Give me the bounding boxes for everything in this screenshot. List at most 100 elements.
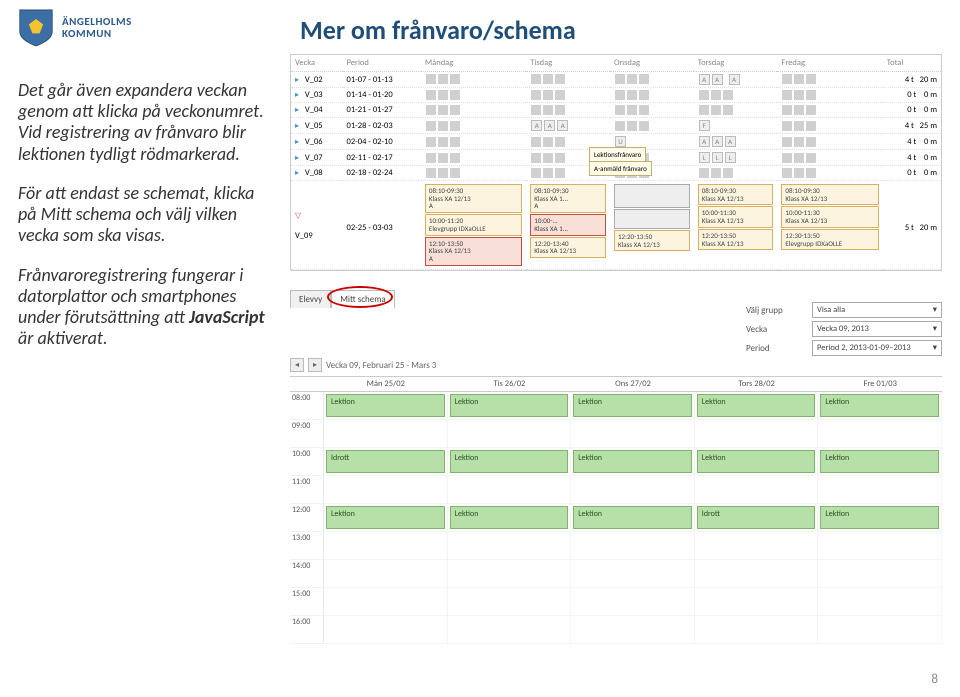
schedule-cell[interactable]: Lektion xyxy=(448,504,572,532)
expand-icon[interactable]: ▸ xyxy=(295,105,303,115)
paragraph-1: Det går även expandera veckan genom att … xyxy=(18,80,276,165)
schedule-cell[interactable] xyxy=(695,616,819,644)
col-head: Onsdag xyxy=(610,55,694,72)
schedule-cell[interactable] xyxy=(571,588,695,616)
lesson-card[interactable]: 10:00-11:20 Elevgrupp IDXaOLLE xyxy=(425,214,522,235)
lesson-card[interactable]: 08:10-09:30 Klass XA 12/13 xyxy=(698,184,774,205)
schedule-cell[interactable]: Lektion xyxy=(571,392,695,420)
schedule-cell[interactable] xyxy=(818,560,942,588)
schedule-cell[interactable] xyxy=(571,476,695,504)
expand-icon[interactable]: ▸ xyxy=(295,121,303,131)
schedule-cell[interactable] xyxy=(818,476,942,504)
lesson-card[interactable]: 12:30-13:50 Elevgrupp IDXaOLLE xyxy=(781,229,878,250)
schedule-cell[interactable]: Idrott xyxy=(695,504,819,532)
week-row[interactable]: ▸ V_0201-07 - 01-13AA A4 t 20 m xyxy=(291,72,941,88)
schedule-cell[interactable] xyxy=(448,616,572,644)
lesson-block[interactable]: Lektion xyxy=(697,394,816,417)
lesson-card[interactable]: 08:10-09:30 Klass XA 12/13 xyxy=(781,184,878,205)
org-logo-block: ÄNGELHOLMS KOMMUN xyxy=(18,8,132,48)
lesson-card[interactable]: 12:20-13:50 Klass XA 12/13 xyxy=(698,229,774,250)
schedule-cell[interactable] xyxy=(571,560,695,588)
schedule-cell[interactable]: Lektion xyxy=(695,392,819,420)
schedule-cell[interactable]: Lektion xyxy=(324,504,448,532)
week-row[interactable]: ▸ V_0401-21 - 01-270 t 0 m xyxy=(291,103,941,118)
schedule-cell[interactable]: Idrott xyxy=(324,448,448,476)
lesson-block[interactable]: Lektion xyxy=(450,394,569,417)
lesson-card[interactable]: 08:10-09:30 Klass XA 1... A xyxy=(530,184,606,213)
schedule-cell[interactable] xyxy=(818,420,942,448)
lesson-block[interactable]: Lektion xyxy=(697,450,816,473)
schedule-cell[interactable] xyxy=(695,476,819,504)
schedule-cell[interactable]: Lektion xyxy=(448,448,572,476)
schedule-cell[interactable] xyxy=(818,616,942,644)
expand-icon[interactable]: ▸ xyxy=(295,75,303,85)
lesson-block[interactable]: Lektion xyxy=(326,394,445,417)
schedule-cell[interactable] xyxy=(324,532,448,560)
col-head: Period xyxy=(343,55,421,72)
schedule-cell[interactable] xyxy=(818,588,942,616)
lesson-card[interactable] xyxy=(614,209,690,229)
expand-icon[interactable]: ▸ xyxy=(295,153,303,163)
schedule-cell[interactable] xyxy=(448,532,572,560)
lesson-block[interactable]: Lektion xyxy=(573,506,692,529)
schedule-cell[interactable] xyxy=(571,616,695,644)
schedule-cell[interactable]: Lektion xyxy=(818,448,942,476)
lesson-block[interactable]: Idrott xyxy=(326,450,445,473)
schedule-cell[interactable] xyxy=(571,532,695,560)
schedule-cell[interactable] xyxy=(818,532,942,560)
expand-icon[interactable]: ▸ xyxy=(295,90,303,100)
week-row[interactable]: ▸ V_0301-14 - 01-200 t 0 m xyxy=(291,88,941,103)
schedule-cell[interactable]: Lektion xyxy=(571,504,695,532)
lesson-card[interactable]: 12:20-13:50 Klass XA 12/13 xyxy=(614,230,690,251)
lesson-block[interactable]: Lektion xyxy=(820,506,939,529)
schedule-cell[interactable]: Lektion xyxy=(448,392,572,420)
lesson-block[interactable]: Lektion xyxy=(573,450,692,473)
lesson-block[interactable]: Lektion xyxy=(326,506,445,529)
lesson-block[interactable]: Lektion xyxy=(450,506,569,529)
lesson-card[interactable]: 10:00-11:30 Klass XA 12/13 xyxy=(781,206,878,227)
tab-elevvy[interactable]: Elevvy xyxy=(290,290,331,308)
schedule-cell[interactable] xyxy=(324,616,448,644)
lesson-block[interactable]: Lektion xyxy=(450,450,569,473)
schedule-cell[interactable] xyxy=(324,476,448,504)
lesson-card[interactable]: 08:10-09:30 Klass XA 12/13 A xyxy=(425,184,522,213)
schedule-cell[interactable] xyxy=(695,560,819,588)
lesson-block[interactable]: Idrott xyxy=(697,506,816,529)
schedule-cell[interactable] xyxy=(448,420,572,448)
lesson-block[interactable]: Lektion xyxy=(820,450,939,473)
day-header: Mån 25/02 xyxy=(324,377,448,392)
select-vecka[interactable]: Vecka 09, 2013▾ xyxy=(812,321,942,337)
lesson-card[interactable]: 10:00-11:30 Klass XA 12/13 xyxy=(698,206,774,227)
schedule-cell[interactable]: Lektion xyxy=(818,392,942,420)
lesson-block[interactable]: Lektion xyxy=(820,394,939,417)
expand-icon[interactable]: ▸ xyxy=(295,168,303,178)
lesson-block[interactable]: Lektion xyxy=(573,394,692,417)
next-week-button[interactable]: ▸ xyxy=(308,358,322,372)
schedule-cell[interactable] xyxy=(448,476,572,504)
schedule-cell[interactable]: Lektion xyxy=(818,504,942,532)
schedule-cell[interactable] xyxy=(695,420,819,448)
lesson-card[interactable]: 12:10-13:50 Klass XA 12/13 A xyxy=(425,237,522,266)
select-period[interactable]: Period 2, 2013-01-09–2013▾ xyxy=(812,340,942,356)
select-grupp[interactable]: Visa alla▾ xyxy=(812,302,942,318)
schedule-cell[interactable] xyxy=(324,588,448,616)
tab-mitt-schema[interactable]: Mitt schema xyxy=(331,290,395,308)
schedule-cell[interactable]: Lektion xyxy=(571,448,695,476)
collapse-icon[interactable]: ▽ xyxy=(295,211,303,221)
schedule-cell[interactable] xyxy=(448,588,572,616)
expand-icon[interactable]: ▸ xyxy=(295,137,303,147)
time-label: 08:00 xyxy=(290,392,324,420)
prev-week-button[interactable]: ◂ xyxy=(290,358,304,372)
schedule-cell[interactable] xyxy=(448,560,572,588)
schedule-cell[interactable] xyxy=(324,420,448,448)
lesson-card[interactable]: 10:00-... Klass XA 1... xyxy=(530,214,606,235)
schedule-cell[interactable]: Lektion xyxy=(695,448,819,476)
schedule-cell[interactable] xyxy=(695,588,819,616)
schedule-cell[interactable] xyxy=(571,420,695,448)
schedule-cell[interactable] xyxy=(324,560,448,588)
lesson-card[interactable] xyxy=(614,184,690,208)
lesson-card[interactable]: 12:20-13:40 Klass XA 12/13 xyxy=(530,237,606,258)
week-row[interactable]: ▸ V_0501-28 - 02-03AAAF4 t 25 m xyxy=(291,118,941,134)
schedule-cell[interactable]: Lektion xyxy=(324,392,448,420)
schedule-cell[interactable] xyxy=(695,532,819,560)
